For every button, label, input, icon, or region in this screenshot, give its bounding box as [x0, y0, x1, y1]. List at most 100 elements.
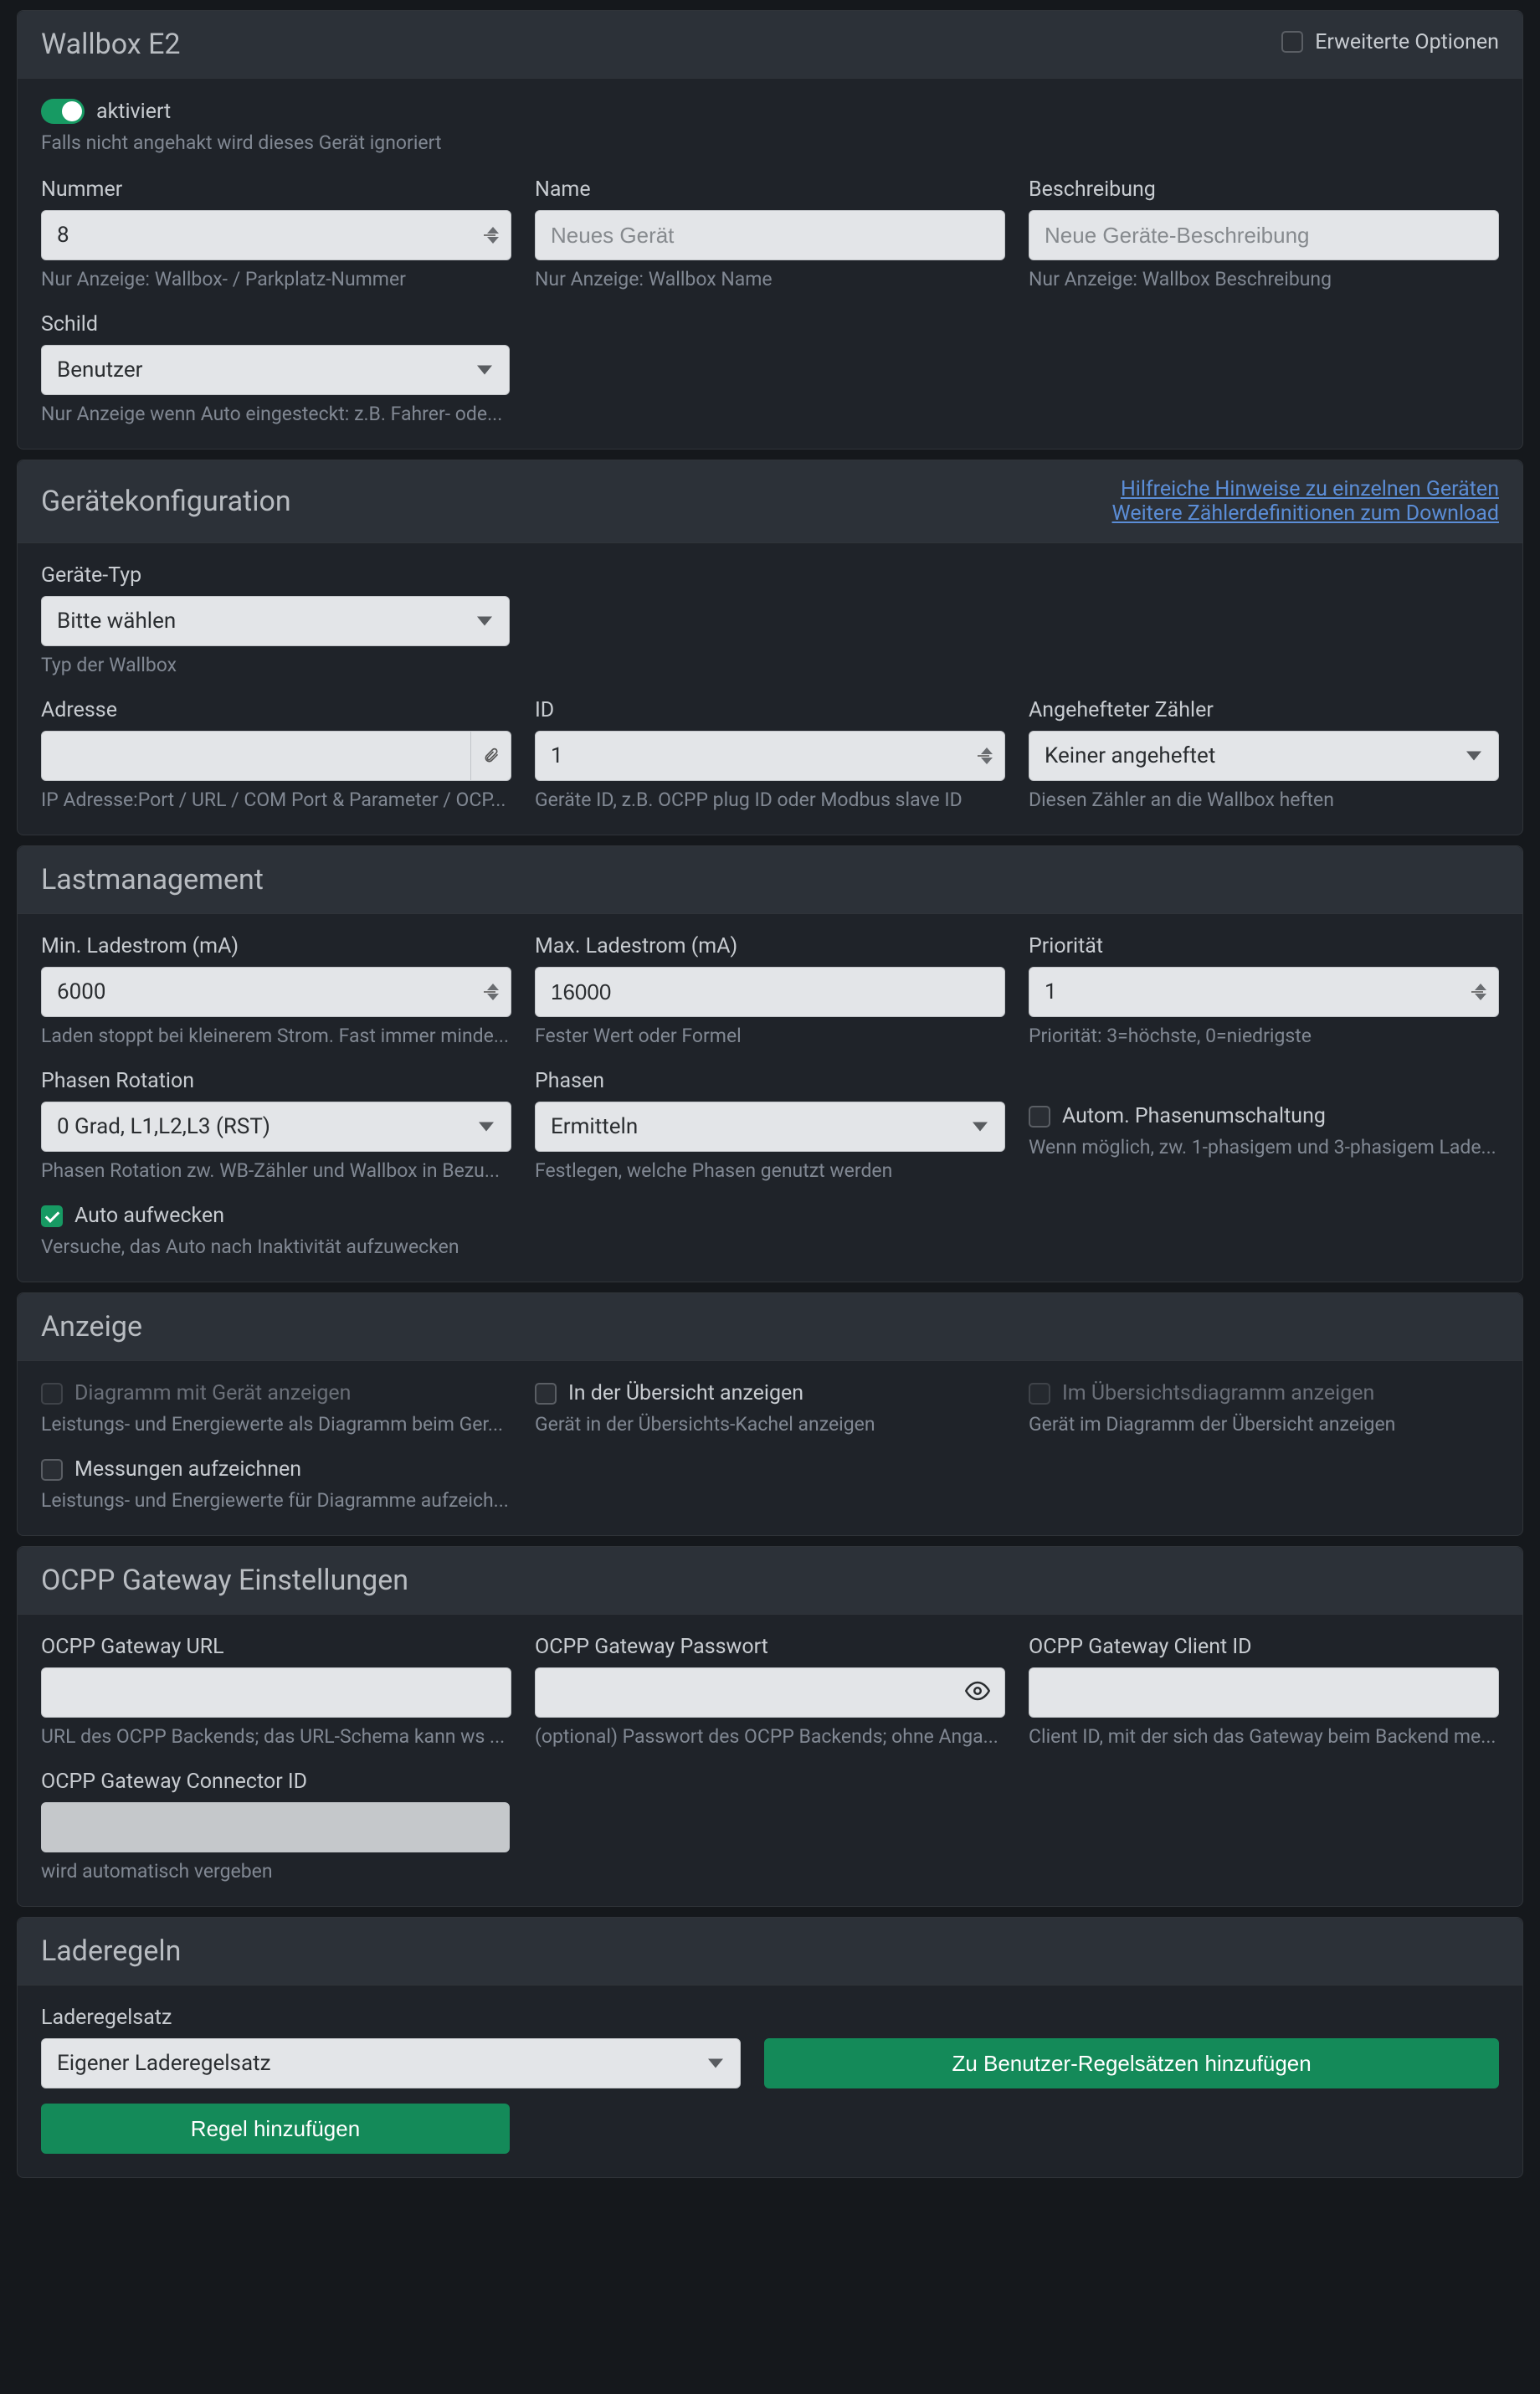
name-input[interactable] [535, 210, 1005, 260]
checkbox-disabled-icon [41, 1383, 63, 1405]
panel-ocpp: OCPP Gateway Einstellungen OCPP Gateway … [17, 1546, 1523, 1907]
panel-basic: Wallbox E2 Erweiterte Optionen aktiviert… [17, 10, 1523, 450]
stepper-icon [487, 984, 499, 1000]
record-label: Messungen aufzeichnen [74, 1457, 301, 1482]
address-addon-button[interactable] [471, 731, 511, 781]
ocpp-connector-input [41, 1802, 510, 1852]
page-title: Wallbox E2 [41, 28, 181, 61]
max-input[interactable] [535, 967, 1005, 1017]
help-link-meters[interactable]: Weitere Zählerdefinitionen zum Download [1112, 501, 1499, 526]
advanced-options-toggle[interactable]: Erweiterte Optionen [1281, 30, 1499, 54]
panel-config: Gerätekonfiguration Hilfreiche Hinweise … [17, 460, 1523, 835]
meter-select[interactable]: Keiner angeheftet [1029, 731, 1499, 781]
phases-label: Phasen [535, 1069, 1005, 1093]
overview-diagram-toggle: Im Übersichtsdiagramm anzeigen [1029, 1381, 1499, 1405]
name-help: Nur Anzeige: Wallbox Name [535, 268, 1005, 290]
advanced-options-label: Erweiterte Optionen [1315, 30, 1499, 54]
id-label: ID [535, 698, 1005, 722]
attachment-icon [483, 747, 500, 764]
min-label: Min. Ladestrom (mA) [41, 934, 511, 958]
description-label: Beschreibung [1029, 177, 1499, 202]
wakeup-label: Auto aufwecken [74, 1204, 224, 1228]
overview-diagram-help: Gerät im Diagramm der Übersicht anzeigen [1029, 1413, 1499, 1436]
description-input[interactable] [1029, 210, 1499, 260]
ocpp-url-help: URL des OCPP Backends; das URL-Schema ka… [41, 1725, 511, 1748]
help-link-devices[interactable]: Hilfreiche Hinweise zu einzelnen Geräten [1121, 477, 1499, 501]
ocpp-connector-help: wird automatisch vergeben [41, 1860, 510, 1883]
config-title: Gerätekonfiguration [41, 485, 291, 518]
ocpp-connector-label: OCPP Gateway Connector ID [41, 1770, 510, 1794]
ocpp-password-label: OCPP Gateway Passwort [535, 1635, 1005, 1659]
enabled-toggle[interactable]: aktiviert [41, 99, 1499, 124]
prio-help: Priorität: 3=höchste, 0=niedrigste [1029, 1025, 1499, 1047]
name-label: Name [535, 177, 1005, 202]
checkbox-disabled-icon [1029, 1383, 1050, 1405]
ocpp-url-label: OCPP Gateway URL [41, 1635, 511, 1659]
checkbox-icon [1029, 1106, 1050, 1128]
overview-toggle[interactable]: In der Übersicht anzeigen [535, 1381, 1005, 1405]
ocpp-client-label: OCPP Gateway Client ID [1029, 1635, 1499, 1659]
overview-help: Gerät in der Übersichts-Kachel anzeigen [535, 1413, 1005, 1436]
panel-header-display: Anzeige [18, 1293, 1522, 1361]
max-label: Max. Ladestrom (mA) [535, 934, 1005, 958]
panel-display: Anzeige Diagramm mit Gerät anzeigen Leis… [17, 1292, 1523, 1536]
ruleset-select[interactable]: Eigener Laderegelsatz [41, 2038, 741, 2088]
wakeup-toggle[interactable]: Auto aufwecken [41, 1204, 1499, 1228]
address-label: Adresse [41, 698, 511, 722]
diagram-toggle: Diagramm mit Gerät anzeigen [41, 1381, 511, 1405]
rotation-help: Phasen Rotation zw. WB-Zähler und Wallbo… [41, 1159, 511, 1182]
id-input[interactable]: 1 [535, 731, 1005, 781]
toggle-on-icon [41, 99, 85, 124]
rotation-select[interactable]: 0 Grad, L1,L2,L3 (RST) [41, 1102, 511, 1152]
sign-help: Nur Anzeige wenn Auto eingesteckt: z.B. … [41, 403, 510, 425]
enabled-help: Falls nicht angehakt wird dieses Gerät i… [41, 131, 1499, 154]
ocpp-client-input[interactable] [1029, 1667, 1499, 1718]
overview-diagram-label: Im Übersichtsdiagramm anzeigen [1062, 1381, 1374, 1405]
meter-help: Diesen Zähler an die Wallbox heften [1029, 789, 1499, 811]
eye-icon[interactable] [965, 1678, 990, 1707]
id-help: Geräte ID, z.B. OCPP plug ID oder Modbus… [535, 789, 1005, 811]
phases-select[interactable]: Ermitteln [535, 1102, 1005, 1152]
ocpp-password-help: (optional) Passwort des OCPP Backends; o… [535, 1725, 1005, 1748]
min-help: Laden stoppt bei kleinerem Strom. Fast i… [41, 1025, 511, 1047]
type-help: Typ der Wallbox [41, 654, 510, 676]
ocpp-password-input[interactable] [535, 1667, 1005, 1718]
autoswitch-help: Wenn möglich, zw. 1-phasigem und 3-phasi… [1029, 1136, 1499, 1158]
record-help: Leistungs- und Energiewerte für Diagramm… [41, 1489, 522, 1512]
number-input[interactable]: 8 [41, 210, 511, 260]
number-help: Nur Anzeige: Wallbox- / Parkplatz-Nummer [41, 268, 511, 290]
stepper-icon [981, 747, 993, 764]
checkbox-icon [535, 1383, 557, 1405]
panel-load: Lastmanagement Min. Ladestrom (mA) 6000 … [17, 845, 1523, 1282]
record-toggle[interactable]: Messungen aufzeichnen [41, 1457, 522, 1482]
number-label: Nummer [41, 177, 511, 202]
address-help: IP Adresse:Port / URL / COM Port & Param… [41, 789, 511, 811]
ruleset-label: Laderegelsatz [41, 2006, 1499, 2030]
max-help: Fester Wert oder Formel [535, 1025, 1005, 1047]
checkbox-icon [41, 1459, 63, 1481]
ocpp-url-input[interactable] [41, 1667, 511, 1718]
load-title: Lastmanagement [41, 863, 264, 896]
autoswitch-toggle[interactable]: Autom. Phasenumschaltung [1029, 1104, 1499, 1128]
add-to-user-rulesets-button[interactable]: Zu Benutzer-Regelsätzen hinzufügen [764, 2038, 1499, 2088]
add-rule-button[interactable]: Regel hinzufügen [41, 2104, 510, 2154]
prio-label: Priorität [1029, 934, 1499, 958]
phases-help: Festlegen, welche Phasen genutzt werden [535, 1159, 1005, 1182]
rotation-label: Phasen Rotation [41, 1069, 511, 1093]
panel-header-load: Lastmanagement [18, 846, 1522, 914]
enabled-label: aktiviert [96, 100, 171, 124]
type-select[interactable]: Bitte wählen [41, 596, 510, 646]
checkbox-icon [1281, 31, 1303, 53]
ocpp-title: OCPP Gateway Einstellungen [41, 1564, 408, 1597]
prio-input[interactable]: 1 [1029, 967, 1499, 1017]
sign-select[interactable]: Benutzer [41, 345, 510, 395]
stepper-icon [1475, 984, 1486, 1000]
panel-header-ocpp: OCPP Gateway Einstellungen [18, 1547, 1522, 1615]
address-input[interactable] [41, 731, 471, 781]
rules-title: Laderegeln [41, 1934, 181, 1968]
sign-label: Schild [41, 312, 510, 336]
panel-header-config: Gerätekonfiguration Hilfreiche Hinweise … [18, 460, 1522, 543]
wakeup-help: Versuche, das Auto nach Inaktivität aufz… [41, 1236, 1499, 1258]
min-input[interactable]: 6000 [41, 967, 511, 1017]
diagram-help: Leistungs- und Energiewerte als Diagramm… [41, 1413, 511, 1436]
